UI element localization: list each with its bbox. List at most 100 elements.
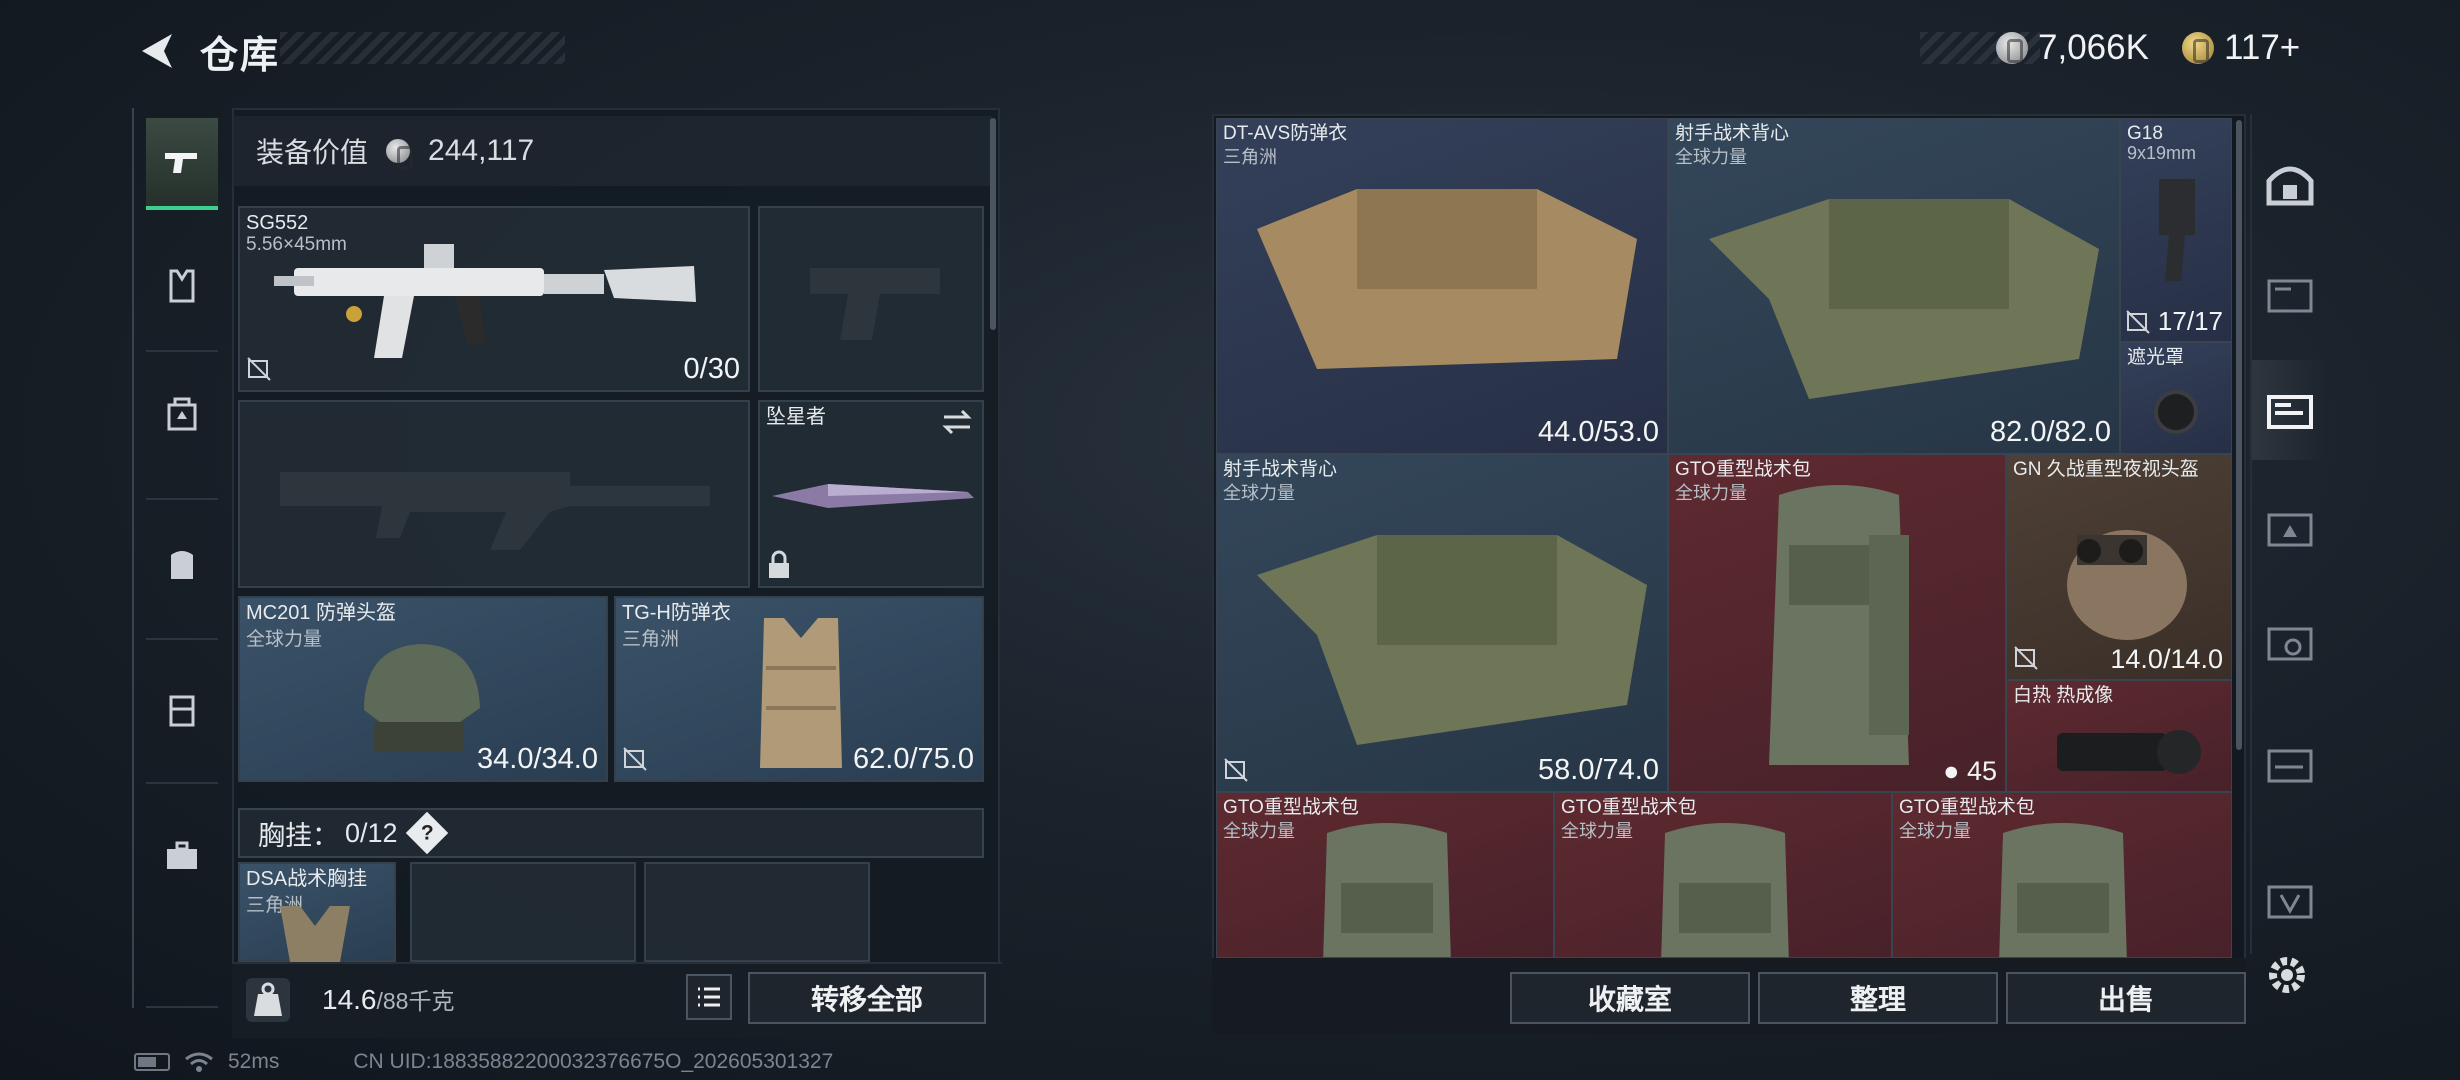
help-icon[interactable]: ? bbox=[405, 811, 448, 855]
tactical-vest-image bbox=[1709, 199, 2099, 399]
weight-current: 14.6 bbox=[322, 984, 377, 1015]
stash-tab-sidebar bbox=[2250, 114, 2328, 954]
thermal-scope-image bbox=[2057, 730, 2201, 774]
stash-item[interactable]: GTO重型战术包 全球力量 bbox=[1216, 792, 1554, 958]
stash-item[interactable]: 射手战术背心 全球力量 82.0/82.0 bbox=[1668, 118, 2120, 454]
settings-gear-icon[interactable] bbox=[2264, 952, 2310, 998]
sidebar-item-backpack[interactable] bbox=[146, 518, 218, 610]
equipment-value-label: 装备价值 bbox=[256, 137, 369, 168]
stash-item[interactable]: GTO重型战术包 全球力量 bbox=[1554, 792, 1892, 958]
backpack-image bbox=[1661, 823, 1789, 957]
backpack-image bbox=[1999, 823, 2127, 957]
lock-icon bbox=[769, 550, 789, 578]
sidebar-item-armor[interactable] bbox=[146, 240, 218, 332]
vest-icon bbox=[169, 269, 195, 303]
rifle-silhouette-icon bbox=[280, 472, 710, 550]
stash-tab-gti-4[interactable] bbox=[2252, 714, 2328, 814]
armor-durability: 62.0/75.0 bbox=[853, 743, 974, 775]
chest-rig-pocket[interactable] bbox=[410, 862, 636, 962]
unbound-icon bbox=[2014, 646, 2038, 670]
helmet-slot[interactable]: MC201 防弹头盔 全球力量 34.0/34.0 bbox=[238, 596, 608, 782]
collection-button[interactable]: 收藏室 bbox=[1510, 972, 1750, 1024]
stash-item[interactable]: DT-AVS防弹衣 三角洲 44.0/53.0 bbox=[1216, 118, 1668, 454]
secondary-rifle-slot[interactable] bbox=[238, 400, 750, 588]
weight-max: /88千克 bbox=[376, 988, 455, 1014]
list-icon bbox=[698, 987, 720, 1007]
item-count: ● 45 bbox=[1943, 756, 1997, 786]
gold-currency[interactable]: 117+ bbox=[2182, 26, 2300, 70]
user-uid: CN UID:18835882200032376675O_20260530132… bbox=[353, 1050, 834, 1073]
battery-icon bbox=[134, 1053, 170, 1071]
stash-tab-v[interactable] bbox=[2252, 850, 2328, 950]
primary-weapon-slot[interactable]: SG552 5.56×45mm 0/30 bbox=[238, 206, 750, 392]
stash-tab-gti-4-icon bbox=[2267, 749, 2313, 783]
chest-rig-pocket[interactable] bbox=[644, 862, 870, 962]
chest-rig-icon bbox=[167, 397, 197, 431]
ping-value: 52ms bbox=[228, 1050, 280, 1073]
stash-tab-gti-3[interactable] bbox=[2252, 592, 2328, 692]
helmet-durability: 34.0/34.0 bbox=[477, 743, 598, 775]
stash-tab-gti-icon bbox=[2267, 395, 2313, 429]
stash-tab-gti-2[interactable] bbox=[2252, 478, 2328, 578]
chest-rig-bar: 胸挂： 0/12 ? bbox=[238, 808, 984, 858]
primary-ammo: 0/30 bbox=[683, 353, 740, 385]
stash-item[interactable]: 遮光罩 bbox=[2120, 342, 2232, 454]
tool-case-icon bbox=[169, 695, 195, 727]
stash-scrollbar[interactable] bbox=[2236, 120, 2242, 750]
stash-item[interactable]: GTO重型战术包 全球力量 bbox=[1892, 792, 2232, 958]
unbound-icon bbox=[1224, 758, 1248, 782]
armor-vest-image bbox=[1257, 189, 1637, 369]
stash-tab-iv-icon bbox=[2267, 279, 2313, 313]
sell-button[interactable]: 出售 bbox=[2006, 972, 2246, 1024]
chest-rig-image bbox=[280, 906, 350, 962]
list-view-button[interactable] bbox=[686, 974, 732, 1020]
silver-currency: 7,066K bbox=[1996, 26, 2149, 70]
stash-tab-gti[interactable] bbox=[2252, 360, 2328, 460]
stash-tab-iv[interactable] bbox=[2252, 244, 2328, 344]
sidebar-item-weapons[interactable] bbox=[146, 118, 218, 210]
sidebar-item-briefcase[interactable] bbox=[146, 810, 218, 902]
secondary-weapon-slot[interactable] bbox=[758, 206, 984, 392]
weight-icon bbox=[246, 978, 290, 1022]
organize-button[interactable]: 整理 bbox=[1758, 972, 1998, 1024]
gold-currency-value: 117+ bbox=[2224, 28, 2301, 67]
sidebar-item-chest-rig[interactable] bbox=[146, 370, 218, 462]
transfer-all-button[interactable]: 转移全部 bbox=[748, 972, 986, 1024]
backpack-icon bbox=[171, 551, 193, 579]
stash-tab-v-icon bbox=[2267, 885, 2313, 919]
chest-rig-label: 胸挂： bbox=[258, 820, 339, 851]
stash-item[interactable]: 射手战术背心 全球力量 58.0/74.0 bbox=[1216, 454, 1668, 792]
weight-display: 14.6/88千克 bbox=[322, 982, 454, 1016]
stash-tab-home[interactable] bbox=[2252, 132, 2328, 232]
melee-slot[interactable]: 坠星者 bbox=[758, 400, 984, 588]
pistol-silhouette-icon bbox=[810, 268, 940, 340]
ghost-icon: ● bbox=[1943, 756, 1967, 786]
stash-item[interactable]: 白热 热成像 bbox=[2006, 680, 2232, 792]
lens-hood-image bbox=[2154, 390, 2198, 434]
swap-icon[interactable] bbox=[940, 408, 974, 436]
body-armor-image bbox=[760, 618, 842, 768]
wifi-icon bbox=[185, 1052, 213, 1072]
pistol-icon bbox=[165, 153, 197, 173]
stash-tab-gti-2-icon bbox=[2267, 513, 2313, 547]
tactical-vest-image bbox=[1257, 535, 1647, 745]
loadout-scrollbar[interactable] bbox=[990, 118, 996, 330]
gold-coin-icon bbox=[2182, 32, 2214, 64]
backpack-image bbox=[1323, 823, 1451, 957]
sidebar-item-case[interactable] bbox=[146, 664, 218, 756]
rifle-image bbox=[274, 244, 696, 358]
body-armor-slot[interactable]: TG-H防弹衣 三角洲 62.0/75.0 bbox=[614, 596, 984, 782]
stash-item[interactable]: GN 久战重型夜视头盔 14.0/14.0 bbox=[2006, 454, 2232, 680]
stash-item[interactable]: G18 9x19mm 17/17 bbox=[2120, 118, 2232, 342]
melee-blade-image bbox=[772, 484, 974, 508]
silver-currency-value: 7,066K bbox=[2038, 28, 2149, 67]
status-bar: 52ms CN UID:18835882200032376675O_202605… bbox=[134, 1050, 833, 1074]
unbound-icon bbox=[623, 747, 647, 771]
unbound-icon bbox=[247, 357, 271, 381]
chest-rig-slot[interactable]: DSA战术胸挂 三角洲 bbox=[238, 862, 396, 962]
nvg-helmet-image bbox=[2067, 530, 2187, 640]
equipment-value: 装备价值 244,117 bbox=[232, 116, 992, 186]
backpack-image bbox=[1769, 485, 1909, 765]
back-arrow-icon[interactable] bbox=[134, 28, 180, 74]
stash-item[interactable]: GTO重型战术包 全球力量 ● 45 bbox=[1668, 454, 2006, 792]
